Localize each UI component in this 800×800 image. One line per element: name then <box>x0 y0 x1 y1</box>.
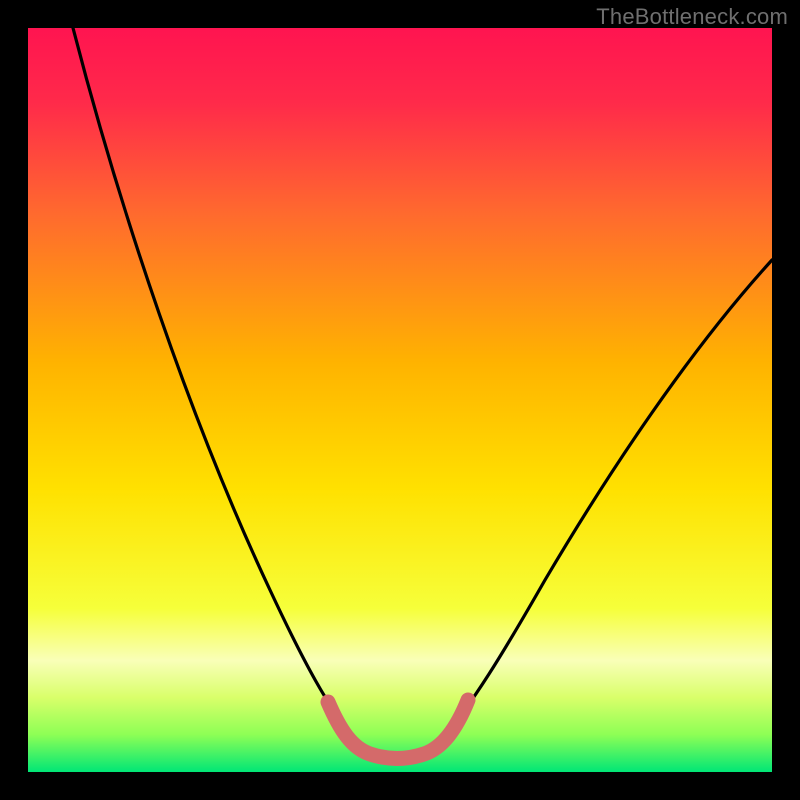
chart-stage: TheBottleneck.com <box>0 0 800 800</box>
chart-svg <box>0 0 800 800</box>
watermark-text: TheBottleneck.com <box>596 4 788 30</box>
